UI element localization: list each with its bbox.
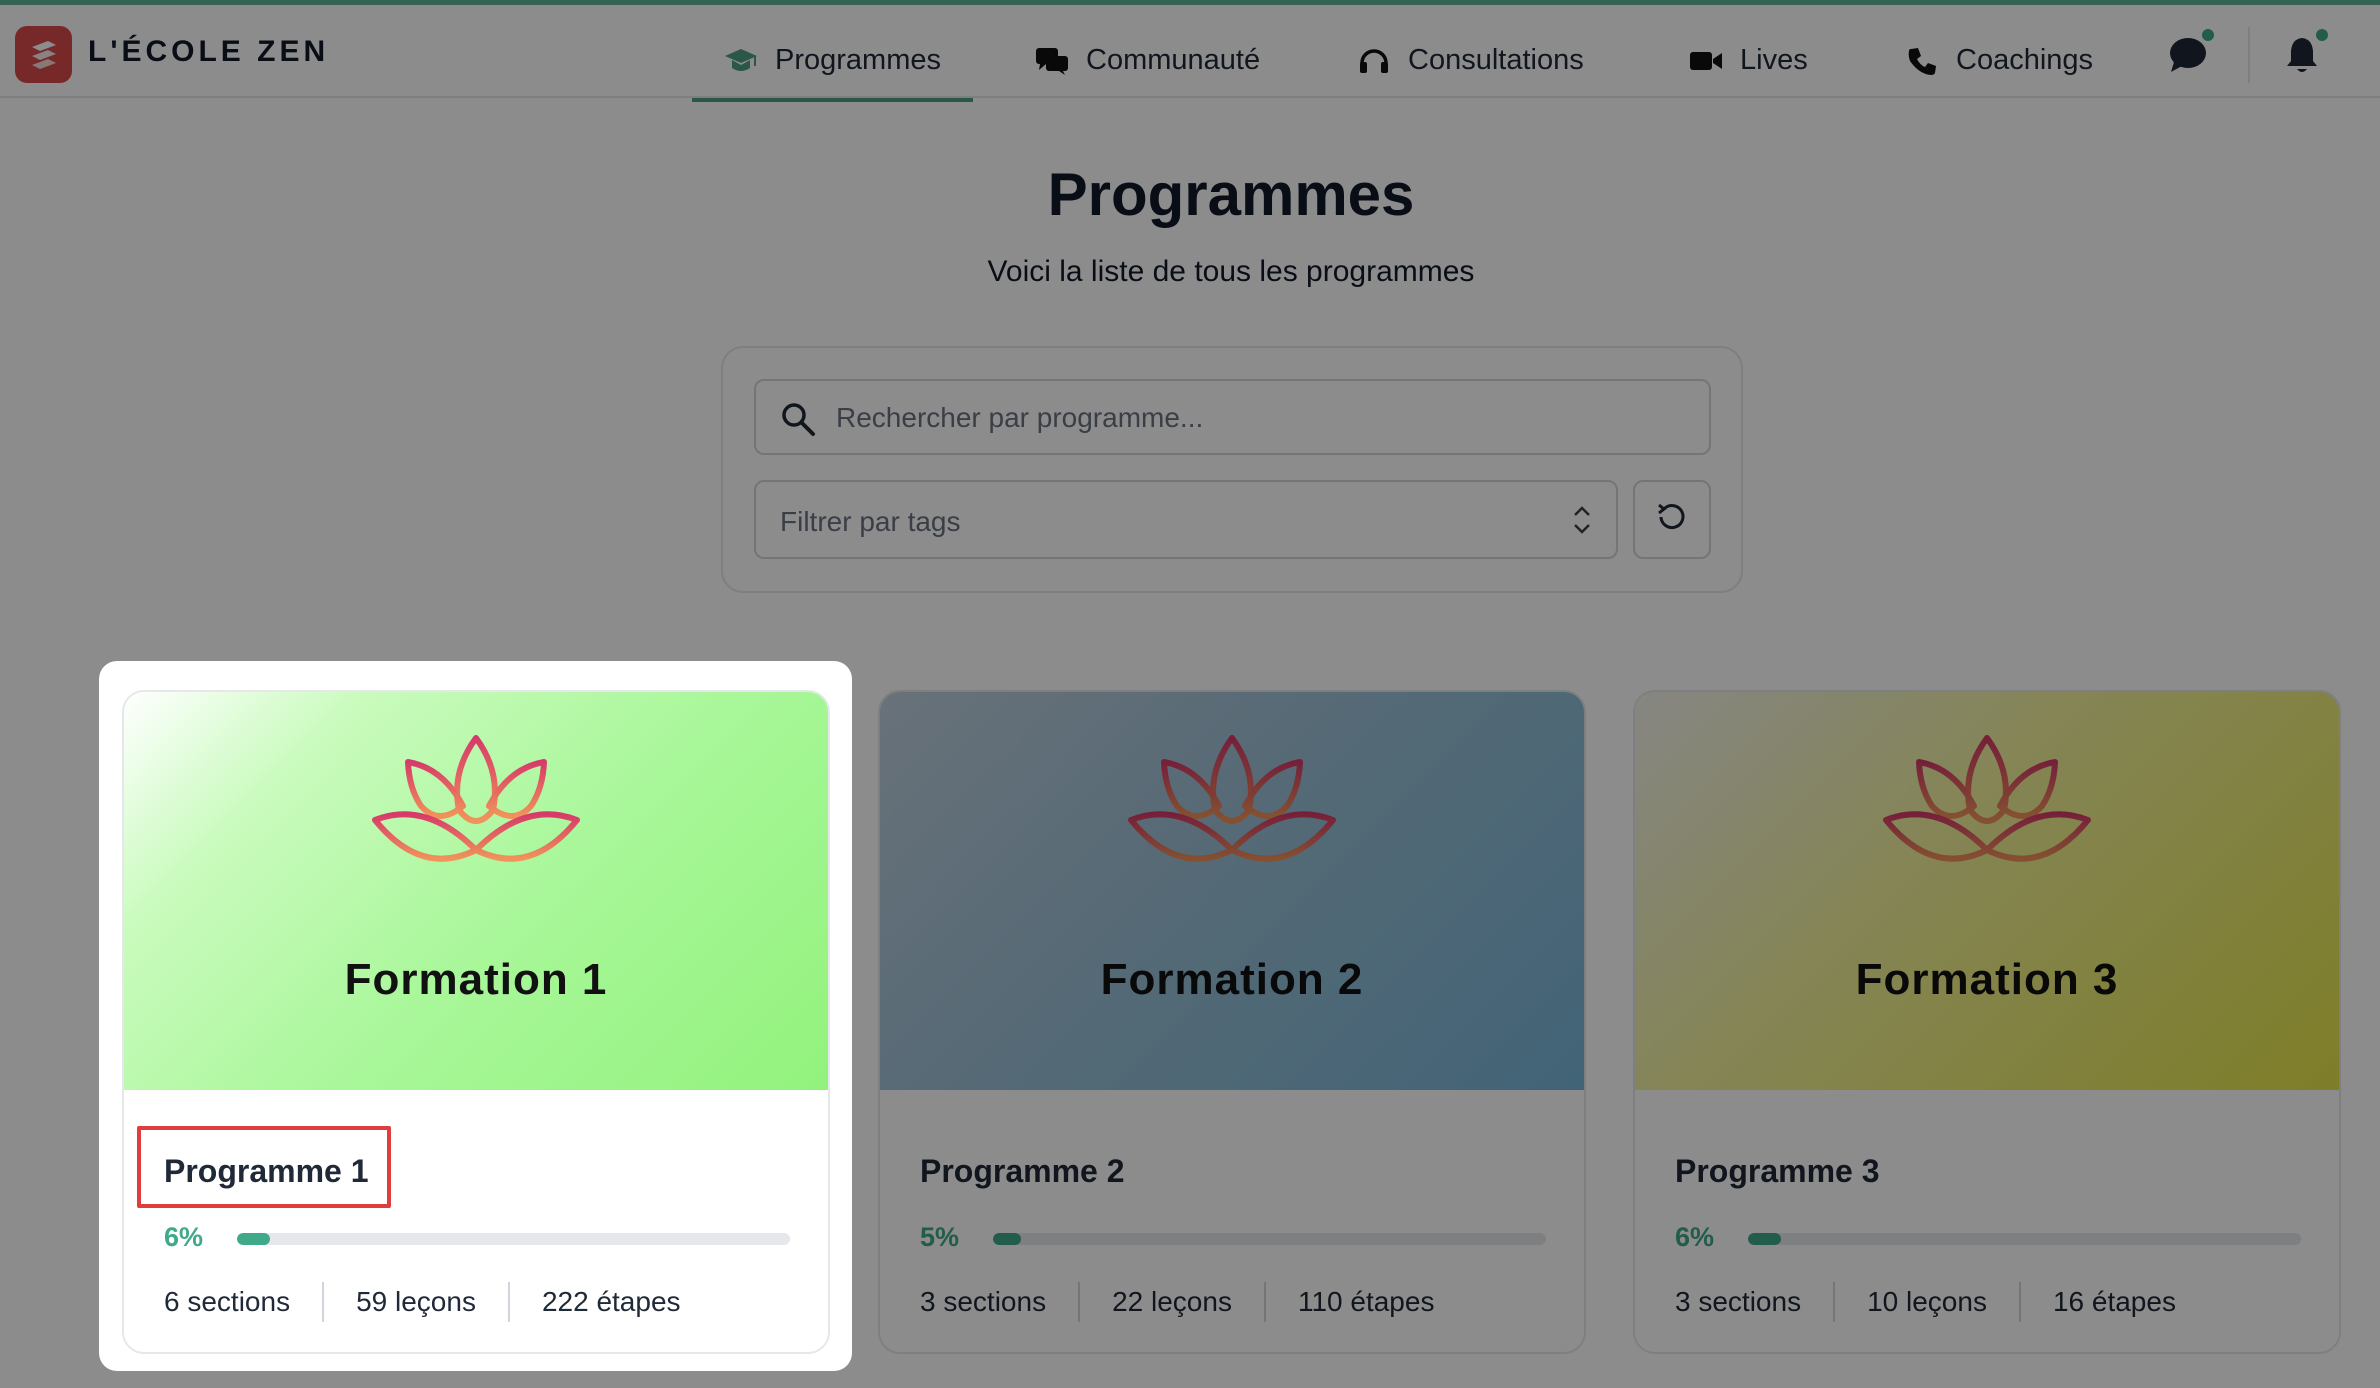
program-stats: 6 sections 59 leçons 222 étapes — [164, 1282, 681, 1322]
steps-count: 222 étapes — [541, 1286, 681, 1317]
stat-divider — [507, 1282, 510, 1322]
program-cover: Formation 1 — [124, 692, 828, 1090]
lotus-icon — [371, 732, 581, 872]
highlight-box — [137, 1126, 391, 1208]
progress-bar — [237, 1233, 790, 1245]
stat-divider — [322, 1282, 325, 1322]
progress-fill — [237, 1233, 271, 1245]
progress-percent: 6% — [164, 1222, 204, 1252]
program-card[interactable]: Formation 1 Programme 1 6% 6 sections 59… — [122, 690, 830, 1354]
lessons-count: 59 leçons — [356, 1286, 476, 1317]
cover-title: Formation 1 — [344, 955, 608, 1004]
sections-count: 6 sections — [164, 1286, 291, 1317]
